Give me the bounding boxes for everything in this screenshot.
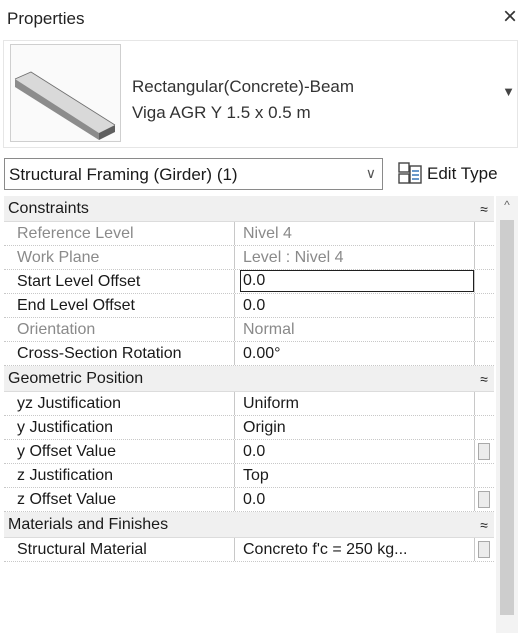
instance-filter-label: Structural Framing (Girder) (1) xyxy=(9,165,238,184)
structural-material-value[interactable]: Concreto f'c = 250 kg... xyxy=(243,538,474,561)
row-structural-material[interactable]: Structural Material Concreto f'c = 250 k… xyxy=(4,538,494,562)
property-name: Start Level Offset xyxy=(4,270,235,293)
property-name: yz Justification xyxy=(4,392,235,415)
scroll-up-icon[interactable]: ^ xyxy=(496,198,518,212)
type-name: Viga AGR Y 1.5 x 0.5 m xyxy=(132,103,311,122)
row-edge xyxy=(474,342,494,365)
property-name: z Justification xyxy=(4,464,235,487)
row-work-plane: Work Plane Level : Nivel 4 xyxy=(4,246,494,270)
y-offset-value[interactable]: 0.0 xyxy=(243,440,474,463)
type-selector[interactable]: Rectangular(Concrete)-Beam Viga AGR Y 1.… xyxy=(3,40,518,148)
collapse-icon[interactable]: ≈ xyxy=(474,196,494,222)
material-browse-button[interactable] xyxy=(478,541,490,558)
property-name: Reference Level xyxy=(4,222,235,245)
row-edge xyxy=(474,270,494,293)
row-z-offset-value[interactable]: z Offset Value 0.0 xyxy=(4,488,494,512)
row-cross-section-rotation[interactable]: Cross-Section Rotation 0.00° xyxy=(4,342,494,366)
collapse-icon[interactable]: ≈ xyxy=(474,512,494,538)
property-name: y Offset Value xyxy=(4,440,235,463)
row-z-justification[interactable]: z Justification Top xyxy=(4,464,494,488)
property-name: y Justification xyxy=(4,416,235,439)
row-edge xyxy=(474,416,494,439)
row-edge xyxy=(474,246,494,269)
property-name: End Level Offset xyxy=(4,294,235,317)
start-level-offset-input[interactable]: 0.0 xyxy=(240,270,474,292)
property-name: z Offset Value xyxy=(4,488,235,511)
collapse-icon[interactable]: ≈ xyxy=(474,366,494,392)
yz-justification-value[interactable]: Uniform xyxy=(243,392,474,415)
instance-filter-dropdown[interactable]: Structural Framing (Girder) (1) ∨ xyxy=(4,158,383,190)
scrollbar-thumb[interactable] xyxy=(500,220,514,615)
edit-type-label: Edit Type xyxy=(427,164,498,183)
group-materials-and-finishes[interactable]: Materials and Finishes ≈ xyxy=(4,512,494,538)
property-value: Nivel 4 xyxy=(243,225,292,242)
row-start-level-offset[interactable]: Start Level Offset 0.0 xyxy=(4,270,494,294)
group-label: Constraints xyxy=(8,200,89,217)
family-name: Rectangular(Concrete)-Beam xyxy=(132,77,355,96)
close-icon[interactable]: × xyxy=(503,5,517,29)
row-yz-justification[interactable]: yz Justification Uniform xyxy=(4,392,494,416)
property-value: Normal xyxy=(243,321,295,338)
instance-row: Structural Framing (Girder) (1) ∨ Edit T… xyxy=(0,156,521,194)
z-offset-value[interactable]: 0.0 xyxy=(243,488,474,511)
associate-parameter-button[interactable] xyxy=(478,491,490,508)
edit-type-icon xyxy=(398,162,422,191)
group-geometric-position[interactable]: Geometric Position ≈ xyxy=(4,366,494,392)
property-name: Orientation xyxy=(4,318,235,341)
row-orientation: Orientation Normal xyxy=(4,318,494,342)
type-dropdown-icon[interactable]: ▼ xyxy=(502,84,515,99)
row-y-justification[interactable]: y Justification Origin xyxy=(4,416,494,440)
row-edge xyxy=(474,222,494,245)
property-name: Cross-Section Rotation xyxy=(4,342,235,365)
vertical-scrollbar[interactable]: ^ xyxy=(496,196,518,633)
z-justification-value[interactable]: Top xyxy=(243,464,474,487)
group-label: Materials and Finishes xyxy=(8,516,169,533)
beam-preview-icon xyxy=(10,44,121,142)
property-value: Level : Nivel 4 xyxy=(243,249,344,266)
row-y-offset-value[interactable]: y Offset Value 0.0 xyxy=(4,440,494,464)
associate-parameter-button[interactable] xyxy=(478,443,490,460)
end-level-offset-value[interactable]: 0.0 xyxy=(243,294,474,317)
property-name: Structural Material xyxy=(4,538,235,561)
group-label: Geometric Position xyxy=(8,370,144,387)
row-edge xyxy=(474,294,494,317)
properties-title-bar: Properties × xyxy=(0,0,521,40)
group-constraints[interactable]: Constraints ≈ xyxy=(4,196,494,222)
row-edge xyxy=(474,318,494,341)
row-edge xyxy=(474,464,494,487)
chevron-down-icon: ∨ xyxy=(365,165,376,181)
row-reference-level: Reference Level Nivel 4 xyxy=(4,222,494,246)
properties-grid: Constraints ≈ Reference Level Nivel 4 Wo… xyxy=(4,196,494,562)
property-name: Work Plane xyxy=(4,246,235,269)
row-edge xyxy=(474,392,494,415)
y-justification-value[interactable]: Origin xyxy=(243,416,474,439)
cross-section-rotation-value[interactable]: 0.00° xyxy=(243,342,474,365)
row-end-level-offset[interactable]: End Level Offset 0.0 xyxy=(4,294,494,318)
panel-title: Properties xyxy=(7,9,85,28)
